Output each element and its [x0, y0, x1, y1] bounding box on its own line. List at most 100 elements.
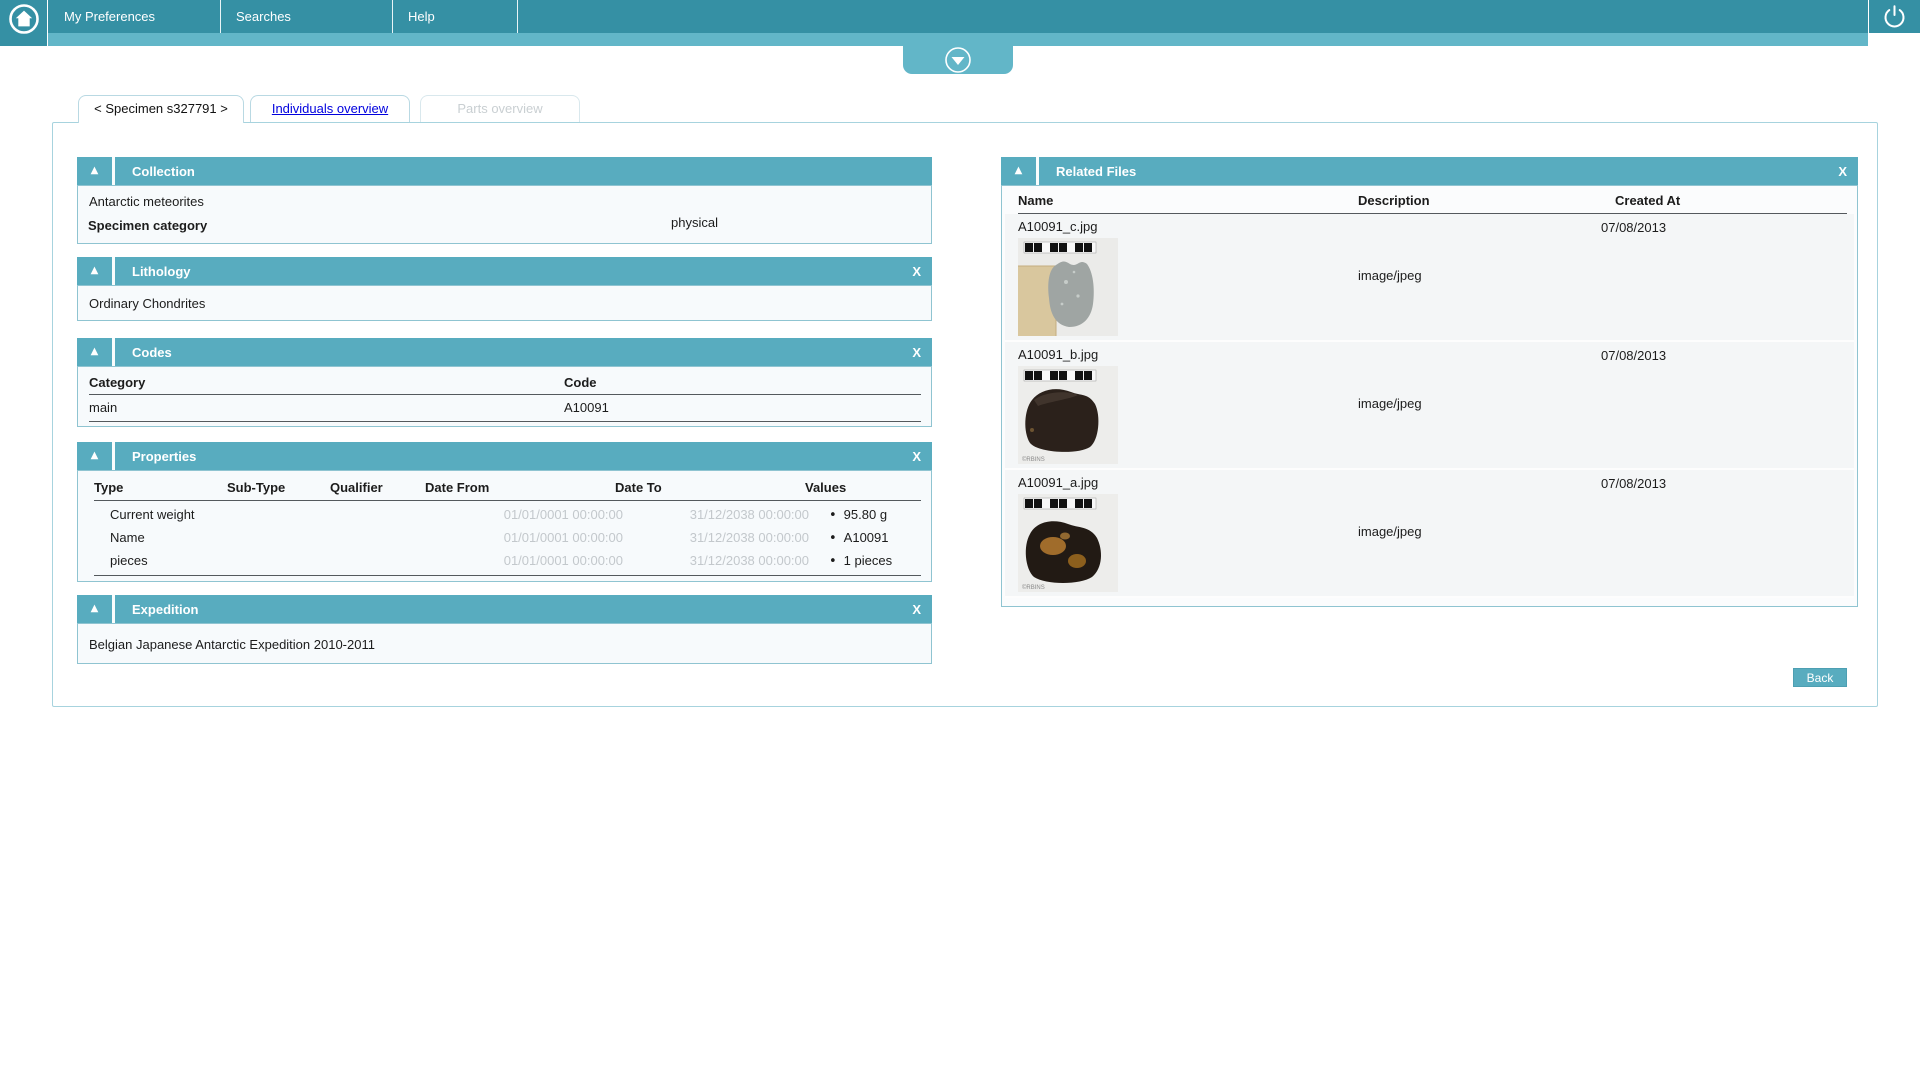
- file-description: image/jpeg: [1358, 470, 1601, 596]
- lithology-close-button[interactable]: X: [912, 265, 921, 278]
- nav-item-searches[interactable]: Searches: [221, 0, 393, 33]
- file-thumbnail[interactable]: ©RBINS: [1018, 366, 1118, 464]
- file-name-link[interactable]: A10091_b.jpg: [1018, 342, 1358, 366]
- specimen-category-value: physical: [671, 215, 718, 230]
- file-thumbnail[interactable]: [1018, 238, 1118, 336]
- power-icon: [1881, 3, 1908, 30]
- property-value: 95.80 g: [844, 507, 887, 522]
- property-type: Name: [110, 526, 243, 550]
- expedition-panel-header: ▲ Expedition X: [77, 595, 932, 623]
- property-date-to: 31/12/2038 00:00:00: [623, 549, 809, 573]
- codes-panel-title: Codes: [132, 345, 172, 360]
- codes-collapse-button[interactable]: ▲: [77, 338, 115, 366]
- code-value: A10091: [564, 400, 921, 415]
- related-files-panel-body: Name Description Created At A10091_c.jpg: [1001, 185, 1858, 607]
- tab-individuals-link: Individuals overview: [272, 101, 388, 116]
- expedition-value: Belgian Japanese Antarctic Expedition 20…: [78, 624, 931, 652]
- related-files-collapse-button[interactable]: ▲: [1001, 157, 1039, 185]
- meteorite-rock: [1048, 261, 1093, 327]
- file-created-at: 07/08/2013: [1601, 214, 1847, 340]
- collapse-arrow-icon: ▲: [91, 604, 99, 614]
- lithology-collapse-button[interactable]: ▲: [77, 257, 115, 285]
- tab-specimen[interactable]: < Specimen s327791 >: [78, 95, 244, 123]
- properties-column-subtype: Sub-Type: [227, 480, 330, 495]
- file-created-at: 07/08/2013: [1601, 342, 1847, 468]
- codes-column-code: Code: [564, 375, 921, 390]
- collapse-arrow-icon: ▲: [91, 166, 99, 176]
- codes-close-button[interactable]: X: [912, 346, 921, 359]
- property-date-to: 31/12/2038 00:00:00: [623, 503, 809, 527]
- properties-column-datefrom: Date From: [425, 480, 607, 495]
- property-date-from: 01/01/0001 00:00:00: [441, 503, 623, 527]
- properties-panel-header: ▲ Properties X: [77, 442, 932, 470]
- expedition-collapse-button[interactable]: ▲: [77, 595, 115, 623]
- codes-panel-body: Category Code main A10091: [77, 366, 932, 427]
- collapse-arrow-icon: ▲: [91, 451, 99, 461]
- related-file-row: A10091_c.jpg image/jpeg 07/08/2013: [1005, 214, 1854, 342]
- collapse-arrow-icon: ▲: [91, 266, 99, 276]
- related-file-row: A10091_b.jpg ©RBINS image/jpeg 07/08/201…: [1005, 342, 1854, 470]
- lithology-panel-body: Ordinary Chondrites: [77, 285, 932, 321]
- properties-table-row: Current weight 01/01/0001 00:00:00 31/12…: [110, 503, 911, 526]
- related-file-row: A10091_a.jpg ©RBINS image/jpeg 07/08/201…: [1005, 470, 1854, 598]
- collection-name: Antarctic meteorites: [78, 186, 931, 210]
- properties-column-qualifier: Qualifier: [330, 480, 425, 495]
- file-created-at: 07/08/2013: [1601, 470, 1847, 596]
- lithology-value: Ordinary Chondrites: [78, 286, 931, 311]
- codes-table-row: main A10091: [89, 395, 921, 422]
- properties-collapse-button[interactable]: ▲: [77, 442, 115, 470]
- property-type: pieces: [110, 549, 243, 573]
- back-button[interactable]: Back: [1793, 668, 1847, 687]
- collapse-arrow-icon: ▲: [1015, 166, 1023, 176]
- related-files-column-created: Created At: [1601, 193, 1847, 208]
- tab-individuals-overview[interactable]: Individuals overview: [250, 95, 410, 122]
- collection-panel-header: ▲ Collection: [77, 157, 932, 185]
- property-date-from: 01/01/0001 00:00:00: [441, 549, 623, 573]
- logout-button[interactable]: [1868, 0, 1920, 33]
- home-button[interactable]: [0, 0, 48, 46]
- collapse-arrow-icon: ▲: [91, 347, 99, 357]
- codes-panel-header: ▲ Codes X: [77, 338, 932, 366]
- expedition-panel-body: Belgian Japanese Antarctic Expedition 20…: [77, 623, 932, 664]
- properties-panel-title: Properties: [132, 449, 196, 464]
- tab-parts-overview: Parts overview: [420, 95, 580, 122]
- properties-table-row: pieces 01/01/0001 00:00:00 31/12/2038 00…: [110, 549, 911, 572]
- collection-panel-body: Antarctic meteorites Specimen category p…: [77, 185, 932, 244]
- specimen-category-label: Specimen category: [78, 210, 931, 234]
- properties-table-row: Name 01/01/0001 00:00:00 31/12/2038 00:0…: [110, 526, 911, 549]
- related-files-close-button[interactable]: X: [1838, 165, 1847, 178]
- collection-collapse-button[interactable]: ▲: [77, 157, 115, 185]
- expedition-close-button[interactable]: X: [912, 603, 921, 616]
- watermark-text: ©RBINS: [1022, 584, 1045, 591]
- property-date-to: 31/12/2038 00:00:00: [623, 526, 809, 550]
- home-icon: [7, 2, 41, 36]
- codes-column-category: Category: [89, 375, 564, 390]
- watermark-text: ©RBINS: [1022, 456, 1045, 463]
- nav-item-my-preferences[interactable]: My Preferences: [49, 0, 221, 33]
- property-date-from: 01/01/0001 00:00:00: [441, 526, 623, 550]
- properties-close-button[interactable]: X: [912, 450, 921, 463]
- chevron-down-circle-icon: [943, 46, 973, 74]
- collection-panel-title: Collection: [132, 164, 195, 179]
- lithology-panel-header: ▲ Lithology X: [77, 257, 932, 285]
- bullet-icon: •: [829, 531, 837, 546]
- lithology-panel-title: Lithology: [132, 264, 191, 279]
- properties-panel-body: Type Sub-Type Qualifier Date From Date T…: [77, 470, 932, 582]
- related-files-column-name: Name: [1018, 193, 1358, 208]
- property-type: Current weight: [110, 503, 243, 527]
- property-value: A10091: [844, 530, 889, 545]
- code-category-value: main: [89, 400, 564, 415]
- file-description: image/jpeg: [1358, 214, 1601, 340]
- file-thumbnail[interactable]: ©RBINS: [1018, 494, 1118, 592]
- file-name-link[interactable]: A10091_a.jpg: [1018, 470, 1358, 494]
- property-value: 1 pieces: [844, 553, 892, 568]
- properties-column-dateto: Date To: [607, 480, 793, 495]
- file-name-link[interactable]: A10091_c.jpg: [1018, 214, 1358, 238]
- properties-column-type: Type: [94, 480, 227, 495]
- expand-menu-button[interactable]: [903, 46, 1013, 74]
- related-files-panel-header: ▲ Related Files X: [1001, 157, 1858, 185]
- nav-item-help[interactable]: Help: [393, 0, 518, 33]
- related-files-panel-title: Related Files: [1056, 164, 1136, 179]
- expedition-panel-title: Expedition: [132, 602, 198, 617]
- nav-substrip: [48, 33, 1868, 46]
